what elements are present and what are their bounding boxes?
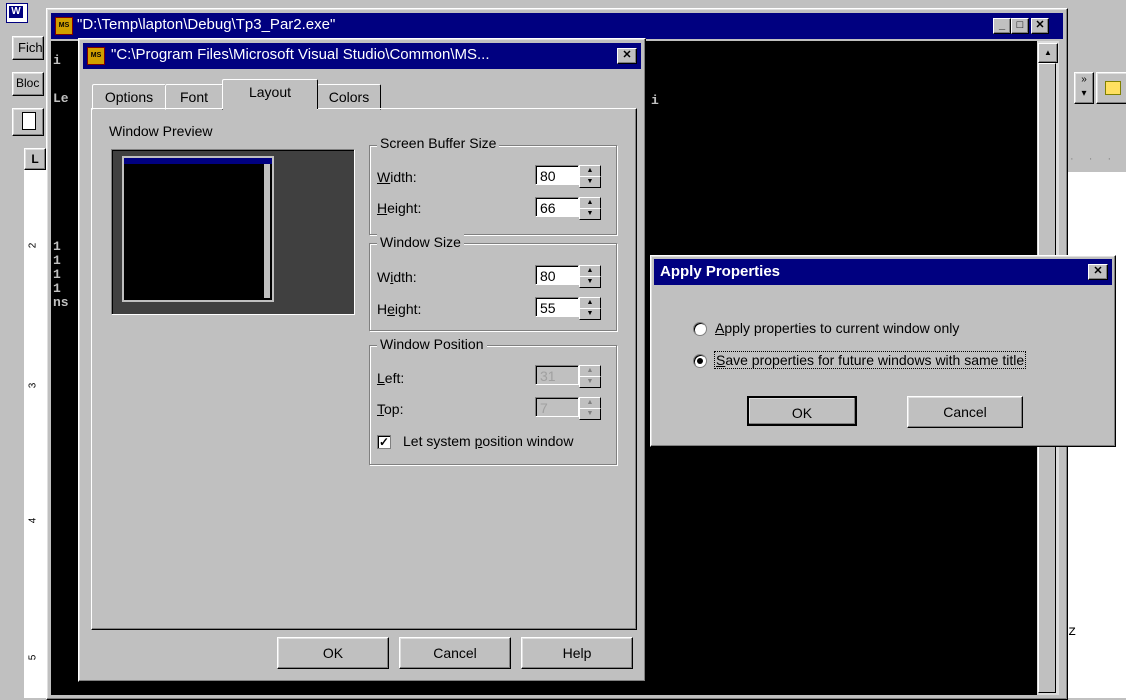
window-position-title: Window Position — [377, 336, 487, 352]
props-ok-button[interactable]: OK — [277, 637, 389, 669]
document-text-z: z — [1068, 624, 1077, 640]
spin-down-icon[interactable]: ▼ — [579, 276, 601, 288]
save-future-windows-label[interactable]: Save properties for future windows with … — [713, 351, 1027, 369]
window-height-value[interactable]: 55 — [535, 297, 579, 317]
word-style-text: Bloc — [16, 76, 40, 90]
apply-titlebar[interactable]: Apply Properties ✕ — [654, 259, 1112, 285]
properties-dialog: MS "C:\Program Files\Microsoft Visual St… — [78, 38, 646, 682]
buffer-height-value[interactable]: 66 — [535, 197, 579, 217]
save-future-windows-radio[interactable] — [693, 354, 707, 368]
buffer-width-label: Width: — [377, 169, 417, 185]
new-document-icon — [22, 112, 36, 130]
horizontal-ruler: · · · — [1070, 148, 1126, 170]
tab-options[interactable]: Options — [92, 84, 166, 110]
let-system-position-label[interactable]: Let system position window — [403, 433, 573, 449]
window-width-label: Width: — [377, 269, 417, 285]
spin-down-icon[interactable]: ▼ — [579, 308, 601, 320]
buffer-height-label: Height: — [377, 200, 422, 216]
console-line-4: 1 — [53, 253, 61, 268]
preview-window — [122, 156, 274, 302]
vertical-ruler — [24, 170, 47, 698]
console-line-3: 1 — [53, 239, 61, 254]
apply-current-window-label[interactable]: Apply properties to current window only — [715, 320, 959, 336]
props-help-button[interactable]: Help — [521, 637, 633, 669]
spin-down-icon[interactable]: ▼ — [579, 408, 601, 420]
console-line-5: 1 — [53, 267, 61, 282]
ruler-mark-3: 3 — [27, 382, 39, 389]
position-top-value[interactable]: 7 — [535, 397, 579, 417]
props-cancel-button[interactable]: Cancel — [399, 637, 511, 669]
close-button[interactable]: ✕ — [1031, 18, 1049, 34]
position-top-label: Top: — [377, 401, 404, 417]
window-width-stepper[interactable]: 80 ▲ ▼ — [535, 265, 603, 288]
apply-title: Apply Properties — [660, 263, 781, 280]
preview-titlebar — [124, 158, 272, 164]
console-right-char: i — [651, 93, 659, 108]
buffer-width-value[interactable]: 80 — [535, 165, 579, 185]
maximize-button[interactable]: □ — [1011, 18, 1029, 34]
position-left-stepper[interactable]: 31 ▲ ▼ — [535, 365, 603, 388]
screen-buffer-group — [369, 145, 617, 235]
ruler-mark-5: 5 — [27, 654, 39, 661]
minimize-button[interactable]: _ — [993, 18, 1011, 34]
console-line-1: i — [53, 53, 61, 68]
position-left-value[interactable]: 31 — [535, 365, 579, 385]
tab-layout[interactable]: Layout — [222, 79, 318, 109]
console-line-7: ns — [53, 295, 69, 310]
window-size-title: Window Size — [377, 234, 464, 250]
spin-down-icon[interactable]: ▼ — [579, 376, 601, 388]
buffer-width-stepper[interactable]: 80 ▲ ▼ — [535, 165, 603, 188]
toolbar-more-button[interactable]: » ▾ — [1074, 72, 1094, 104]
position-left-label: Left: — [377, 370, 405, 386]
toolbar-image-button[interactable] — [1096, 72, 1126, 104]
properties-close-button[interactable]: ✕ — [617, 48, 637, 64]
apply-cancel-button[interactable]: Cancel — [907, 396, 1023, 428]
let-system-position-checkbox[interactable]: ✓ — [377, 435, 391, 449]
scroll-up-button[interactable]: ▲ — [1038, 43, 1058, 63]
position-top-stepper[interactable]: 7 ▲ ▼ — [535, 397, 603, 420]
properties-app-icon: MS — [87, 47, 105, 65]
window-preview — [111, 149, 355, 315]
preview-scrollbar — [264, 164, 270, 298]
spin-down-icon[interactable]: ▼ — [579, 208, 601, 220]
word-app-icon: W — [6, 3, 28, 23]
properties-titlebar[interactable]: MS "C:\Program Files\Microsoft Visual St… — [83, 43, 641, 69]
console-titlebar[interactable]: MS "D:\Temp\lapton\Debug\Tp3_Par2.exe" _… — [51, 13, 1063, 39]
console-line-6: 1 — [53, 281, 61, 296]
window-height-label: Height: — [377, 301, 422, 317]
word-menu-fichier[interactable]: Fich — [18, 40, 43, 55]
console-app-icon: MS — [55, 17, 73, 35]
window-width-value[interactable]: 80 — [535, 265, 579, 285]
console-line-2: Le — [53, 91, 69, 106]
window-height-stepper[interactable]: 55 ▲ ▼ — [535, 297, 603, 320]
spin-down-icon[interactable]: ▼ — [579, 176, 601, 188]
apply-close-button[interactable]: ✕ — [1088, 264, 1108, 280]
apply-current-window-radio[interactable] — [693, 322, 707, 336]
ruler-mark-4: 4 — [27, 517, 39, 524]
window-preview-label: Window Preview — [109, 123, 213, 139]
picture-icon — [1105, 81, 1121, 95]
screen-buffer-title: Screen Buffer Size — [377, 135, 500, 151]
tab-stop-selector[interactable]: L — [24, 148, 46, 170]
buffer-height-stepper[interactable]: 66 ▲ ▼ — [535, 197, 603, 220]
apply-properties-dialog: Apply Properties ✕ Apply properties to c… — [650, 255, 1116, 447]
tab-font[interactable]: Font — [165, 84, 223, 110]
apply-ok-button[interactable]: OK — [747, 396, 857, 426]
console-title: "D:\Temp\lapton\Debug\Tp3_Par2.exe" — [77, 16, 336, 33]
ruler-mark-2: 2 — [27, 242, 39, 249]
properties-title: "C:\Program Files\Microsoft Visual Studi… — [111, 46, 490, 63]
tab-colors[interactable]: Colors — [317, 84, 381, 110]
